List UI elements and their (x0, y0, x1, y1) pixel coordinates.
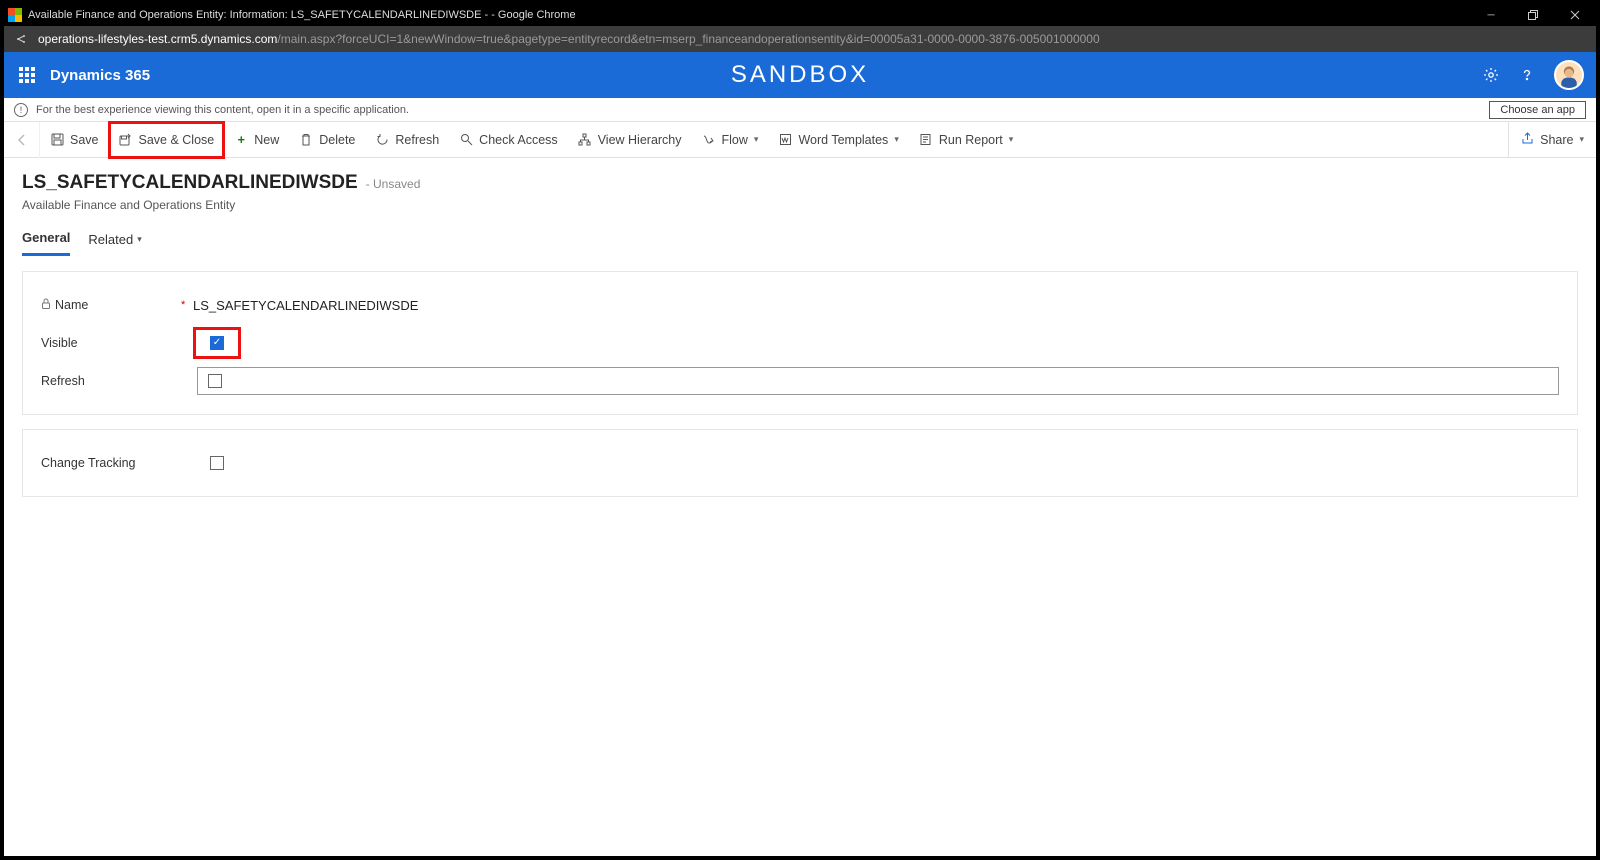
browser-url-bar[interactable]: operations-lifestyles-test.crm5.dynamics… (4, 26, 1596, 52)
refresh-field-label: Refresh (41, 374, 85, 388)
gear-icon[interactable] (1482, 66, 1500, 84)
form-section-general: Name * LS_SAFETYCALENDARLINEDIWSDE Visib… (22, 271, 1578, 415)
refresh-checkbox[interactable] (208, 374, 222, 388)
check-access-button[interactable]: Check Access (449, 122, 568, 158)
site-identity-icon[interactable] (14, 32, 28, 46)
form-section-tracking: Change Tracking (22, 429, 1578, 497)
word-icon (778, 133, 792, 147)
window-maximize-button[interactable] (1512, 4, 1554, 26)
view-hierarchy-button[interactable]: View Hierarchy (568, 122, 692, 158)
save-icon (50, 133, 64, 147)
save-close-button[interactable]: Save & Close (109, 122, 225, 158)
record-status: - Unsaved (366, 177, 421, 191)
tab-related[interactable]: Related ▾ (88, 226, 141, 256)
url-host: operations-lifestyles-test.crm5.dynamics… (38, 32, 277, 46)
user-avatar[interactable] (1554, 60, 1584, 90)
save-close-icon (119, 133, 133, 147)
window-close-button[interactable] (1554, 4, 1596, 26)
environment-label: SANDBOX (731, 61, 869, 89)
change-tracking-label: Change Tracking (41, 456, 136, 470)
url-path: /main.aspx?forceUCI=1&newWindow=true&pag… (277, 32, 1099, 46)
delete-button[interactable]: Delete (289, 122, 365, 158)
chevron-down-icon: ▾ (1009, 134, 1014, 145)
flow-button[interactable]: Flow ▾ (692, 122, 769, 158)
view-hierarchy-label: View Hierarchy (598, 133, 682, 147)
run-report-label: Run Report (939, 133, 1003, 147)
refresh-field-container[interactable] (197, 367, 1559, 395)
waffle-icon (19, 67, 35, 83)
flow-label: Flow (722, 133, 748, 147)
delete-label: Delete (319, 133, 355, 147)
windows-logo-icon (8, 8, 22, 22)
chevron-down-icon: ▾ (137, 234, 142, 245)
share-button[interactable]: Share ▾ (1508, 122, 1596, 158)
info-text: For the best experience viewing this con… (36, 104, 409, 116)
info-icon: ! (14, 103, 28, 117)
tab-list: General Related ▾ (22, 226, 1578, 257)
visible-checkbox-wrap: ✓ (193, 327, 241, 359)
share-label: Share (1540, 133, 1573, 147)
chevron-down-icon: ▾ (894, 134, 899, 145)
flow-icon (702, 133, 716, 147)
check-access-label: Check Access (479, 133, 558, 147)
change-tracking-checkbox[interactable] (210, 456, 224, 470)
chevron-down-icon: ▾ (754, 134, 759, 145)
url-text: operations-lifestyles-test.crm5.dynamics… (38, 32, 1100, 46)
plus-icon: + (234, 133, 248, 147)
name-label: Name (55, 298, 88, 312)
trash-icon (299, 133, 313, 147)
name-value: LS_SAFETYCALENDARLINEDIWSDE (193, 298, 418, 313)
word-templates-button[interactable]: Word Templates ▾ (768, 122, 908, 158)
lock-icon (41, 298, 51, 312)
help-icon[interactable] (1518, 66, 1536, 84)
record-subtitle: Available Finance and Operations Entity (22, 198, 1578, 212)
app-header: Dynamics 365 SANDBOX (4, 52, 1596, 98)
new-label: New (254, 133, 279, 147)
info-bar: ! For the best experience viewing this c… (4, 98, 1596, 122)
refresh-icon (375, 133, 389, 147)
choose-app-button[interactable]: Choose an app (1489, 101, 1586, 119)
hierarchy-icon (578, 133, 592, 147)
refresh-button[interactable]: Refresh (365, 122, 449, 158)
save-close-label: Save & Close (139, 133, 215, 147)
save-label: Save (70, 133, 99, 147)
app-launcher-button[interactable] (4, 52, 50, 98)
command-bar: Save Save & Close + New Delete Refresh C… (4, 122, 1596, 158)
back-button[interactable] (4, 122, 40, 158)
word-templates-label: Word Templates (798, 133, 888, 147)
save-button[interactable]: Save (40, 122, 109, 158)
run-report-button[interactable]: Run Report ▾ (909, 122, 1023, 158)
share-icon (1521, 132, 1534, 148)
visible-checkbox[interactable]: ✓ (210, 336, 224, 350)
new-button[interactable]: + New (224, 122, 289, 158)
page-body: LS_SAFETYCALENDARLINEDIWSDE - Unsaved Av… (4, 158, 1596, 856)
visible-label: Visible (41, 336, 78, 350)
report-icon (919, 133, 933, 147)
app-name[interactable]: Dynamics 365 (50, 67, 150, 84)
window-minimize-button[interactable]: ─ (1470, 4, 1512, 26)
tab-general[interactable]: General (22, 226, 70, 256)
browser-tab-title: Available Finance and Operations Entity:… (28, 9, 576, 21)
tab-related-label: Related (88, 232, 133, 247)
browser-titlebar: Available Finance and Operations Entity:… (4, 4, 1596, 26)
refresh-label: Refresh (395, 133, 439, 147)
record-title: LS_SAFETYCALENDARLINEDIWSDE (22, 172, 358, 194)
check-access-icon (459, 133, 473, 147)
required-marker: * (181, 299, 193, 311)
chevron-down-icon: ▾ (1579, 134, 1584, 145)
